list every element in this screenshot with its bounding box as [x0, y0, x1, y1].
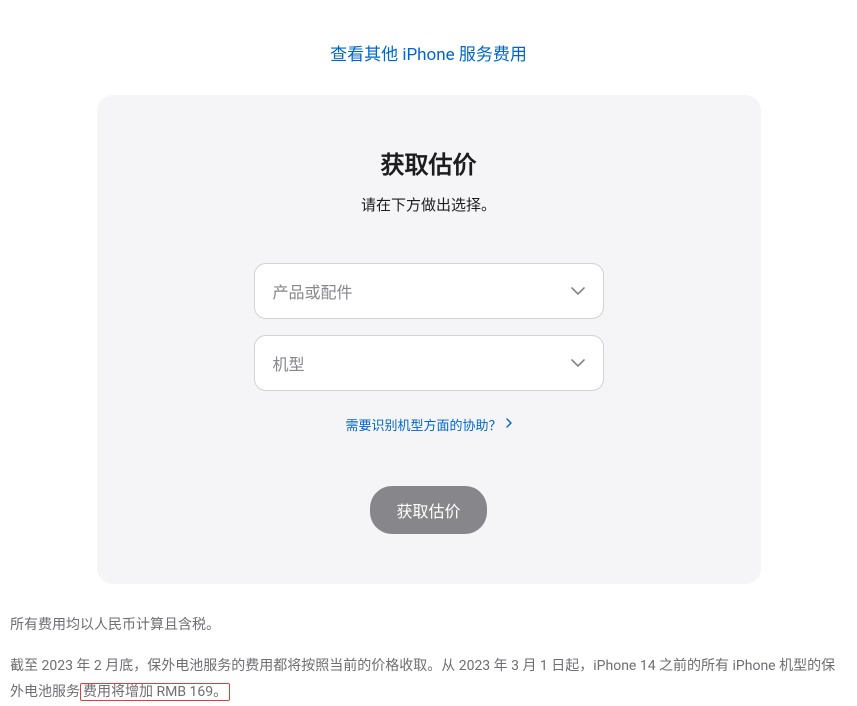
footer-line-1: 所有费用均以人民币计算且含税。 [10, 612, 847, 639]
identify-model-help-link[interactable]: 需要识别机型方面的协助？ [345, 415, 511, 434]
product-select[interactable]: 产品或配件 [254, 263, 604, 319]
help-link-text: 需要识别机型方面的协助？ [345, 415, 501, 434]
model-select-wrapper: 机型 [254, 335, 604, 391]
top-link-container: 查看其他 iPhone 服务费用 [0, 0, 857, 95]
model-select[interactable]: 机型 [254, 335, 604, 391]
button-row: 获取估价 [137, 486, 721, 534]
estimate-card: 获取估价 请在下方做出选择。 产品或配件 机型 需要识别机型方面的协助？ 获取估… [97, 95, 761, 584]
card-subtitle: 请在下方做出选择。 [137, 194, 721, 215]
footer-notes: 所有费用均以人民币计算且含税。 截至 2023 年 2 月底，保外电池服务的费用… [0, 584, 857, 706]
product-select-placeholder: 产品或配件 [273, 279, 353, 303]
chevron-right-icon [506, 417, 512, 432]
other-services-link[interactable]: 查看其他 iPhone 服务费用 [330, 45, 527, 65]
get-estimate-button[interactable]: 获取估价 [370, 486, 486, 534]
chevron-down-icon [571, 359, 585, 367]
footer-line-2: 截至 2023 年 2 月底，保外电池服务的费用都将按照当前的价格收取。从 20… [10, 653, 847, 706]
price-increase-highlight: 费用将增加 RMB 169。 [80, 683, 230, 701]
chevron-down-icon [571, 287, 585, 295]
card-title: 获取估价 [137, 145, 721, 180]
model-select-placeholder: 机型 [273, 351, 305, 375]
product-select-wrapper: 产品或配件 [254, 263, 604, 319]
